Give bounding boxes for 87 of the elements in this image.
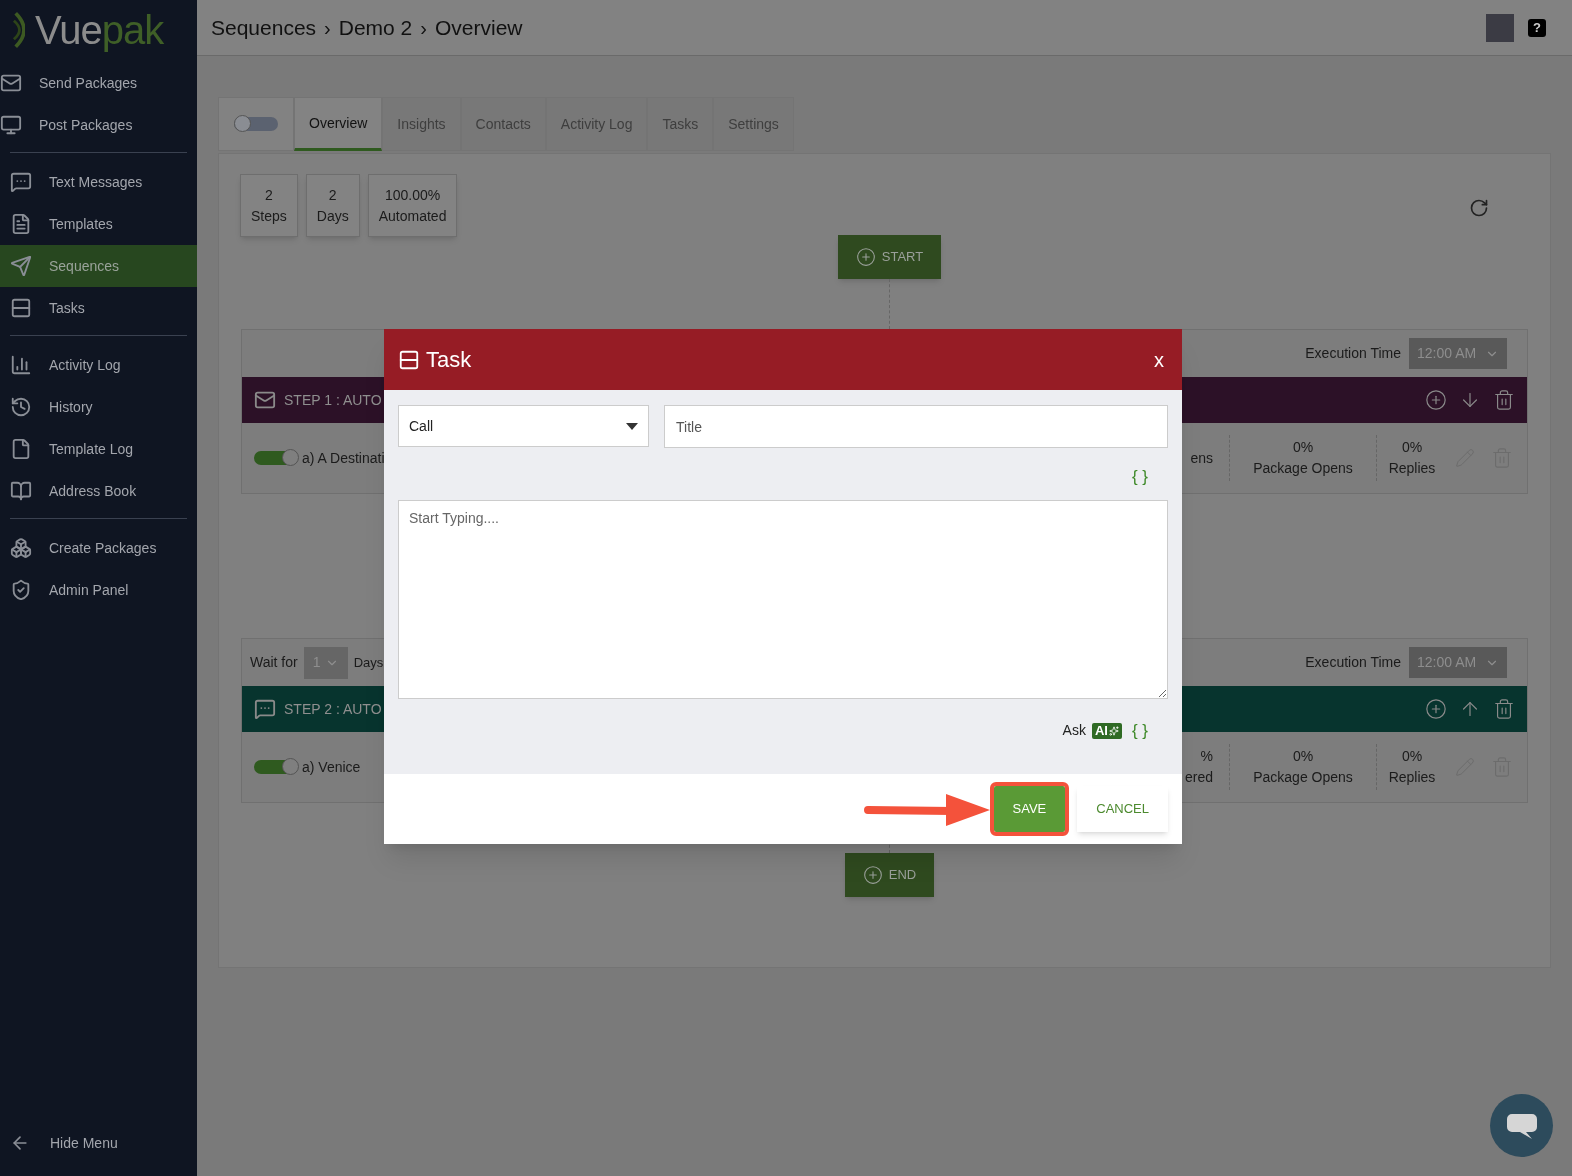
variables-button[interactable]: { } [1131,464,1148,486]
paper-plane-icon [10,255,32,277]
clock-history-icon [10,396,32,418]
stat-value: 0% [1401,438,1423,457]
step-title: STEP 2 : AUTO [284,699,382,719]
shield-icon [10,579,32,601]
variant-label: a) A Destinati [302,448,385,468]
sparkle-icon [1108,725,1119,736]
stat-value: 0% [1292,438,1314,457]
monitor-icon [0,114,22,136]
sidebar-item[interactable]: Tasks [0,287,197,329]
chat-bubble-icon [1505,1111,1538,1140]
stat-label: Replies [1388,768,1436,787]
trash-icon[interactable] [1493,389,1515,411]
envelope-icon [0,72,22,94]
title-input-field[interactable]: Title [664,405,1168,448]
stat-value: 0% [1292,747,1314,766]
stat-label: ered [1184,768,1213,787]
envelope-icon [254,389,276,411]
cancel-button[interactable]: CANCEL [1077,786,1168,832]
summary-box: 2 Steps [240,174,298,237]
stat-label: Package Opens [1253,459,1353,478]
sidebar-item[interactable]: Activity Log [0,344,197,386]
sidebar-item[interactable]: Templates [0,203,197,245]
variables-button[interactable]: { } [1131,718,1148,744]
execution-time-label: Execution Time [1305,653,1401,672]
close-button[interactable]: x [1150,344,1168,375]
stat-value: 0% [1401,747,1423,766]
task-type-select[interactable]: Call [398,405,649,447]
stat-label: ens [1190,448,1213,468]
ask-ai-button[interactable]: AI [1091,722,1122,739]
add-circle-icon[interactable] [1425,698,1447,720]
summary-box: 100.00% Automated [367,174,458,237]
logo-text: Vuepak [35,10,164,50]
breadcrumb-separator: › [420,15,427,41]
task-body-textarea[interactable]: Start Typing.... [398,500,1168,699]
sidebar-item[interactable]: Create Packages [0,527,197,569]
breadcrumb-item: Overview [434,14,523,41]
document-icon [10,213,32,235]
add-circle-icon [862,865,883,885]
sidebar-item[interactable]: Admin Panel [0,569,197,611]
summary-box: 2 Days [305,174,360,237]
stat-value: % [1200,747,1213,766]
rows-icon [398,348,420,371]
bar-chart-icon [10,354,32,376]
step-title: STEP 1 : AUTO [284,390,382,410]
breadcrumb-item[interactable]: Sequences [211,11,317,44]
tab[interactable]: Contacts [460,97,546,151]
toggle-switch[interactable] [254,760,298,774]
stat-label: Package Opens [1253,768,1353,787]
ask-label: Ask [1062,721,1086,741]
dialog-title: Task [426,346,472,374]
logo-wave-icon [12,10,25,50]
help-button[interactable]: ? [1528,18,1546,37]
refresh-icon[interactable] [1469,198,1489,218]
tab[interactable]: Overview [294,97,383,151]
rows-icon [10,297,32,319]
breadcrumb-separator: › [324,15,331,41]
chat-bubble-icon [254,698,276,720]
trash-icon[interactable] [1493,698,1515,720]
breadcrumb-item[interactable]: Demo 2 [338,11,413,44]
end-button[interactable]: END [844,853,935,897]
sidebar-item[interactable]: History [0,386,197,428]
boxes-icon [10,537,32,559]
add-circle-icon[interactable] [1425,389,1447,411]
tab[interactable]: Settings [713,97,794,151]
chat-bubble-icon [10,171,32,193]
hide-menu-link[interactable]: Hide Menu [0,1122,197,1164]
sidebar-item[interactable]: Send Packages [0,62,207,104]
toggle-switch[interactable] [254,451,298,465]
start-button[interactable]: START [837,235,942,279]
sidebar-item[interactable]: Post Packages [0,104,207,146]
stat-label: Replies [1388,459,1436,478]
sidebar-item[interactable]: Text Messages [0,161,197,203]
avatar-photo-placeholder[interactable] [1486,13,1514,42]
wait-label: Wait for [250,653,298,672]
execution-time-label: Execution Time [1305,344,1401,363]
file-icon [10,438,32,460]
sidebar-item[interactable]: Address Book [0,470,197,512]
book-icon [10,480,32,502]
sidebar-item[interactable]: Sequences [0,245,197,287]
wait-unit: Days [353,653,384,672]
sidebar-item[interactable]: Template Log [0,428,197,470]
toggle-switch[interactable] [234,117,278,131]
add-circle-icon [855,247,876,267]
variant-label: a) Venice [302,757,361,777]
tab[interactable]: Activity Log [545,97,648,151]
